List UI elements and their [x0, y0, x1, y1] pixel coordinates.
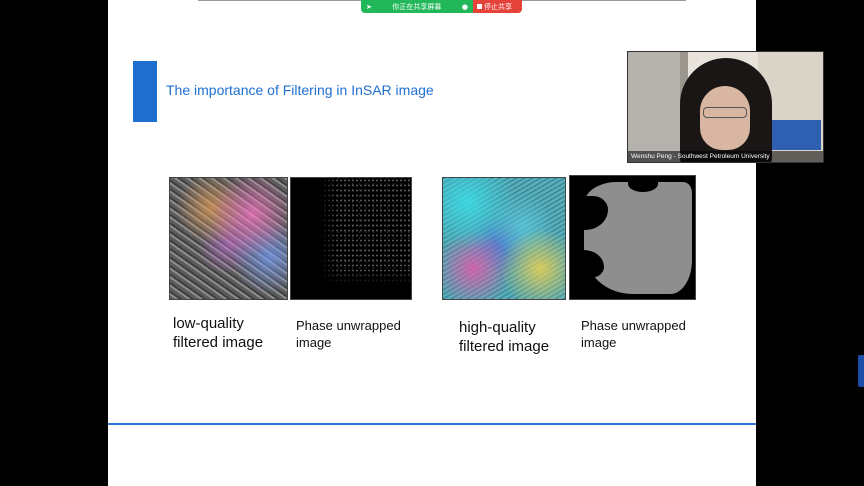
caption-high-quality: high-quality filtered image — [459, 319, 550, 355]
share-arrow-icon: ➤ — [366, 2, 372, 11]
stop-sharing-label: 停止共享 — [484, 2, 512, 11]
stop-sharing-button[interactable]: 停止共享 — [473, 0, 522, 13]
caption-low-quality: low-quality filtered image — [173, 315, 264, 351]
screen-share-bar: ➤ 你正在共享屏幕 ● 停止共享 — [361, 0, 522, 13]
sharing-status[interactable]: ➤ 你正在共享屏幕 ● — [361, 0, 473, 13]
low-quality-filtered-image — [169, 177, 288, 300]
participant-video-thumbnail[interactable]: Wenshu Peng - Southwest Petroleum Univer… — [627, 51, 824, 163]
title-accent-bar — [133, 61, 157, 122]
phase-unwrapped-image-low — [290, 177, 412, 300]
side-panel-handle[interactable] — [858, 355, 864, 387]
slide-footer-rule — [108, 423, 756, 425]
caption-phase-unwrapped-2: Phase unwrapped image — [581, 318, 686, 350]
high-quality-filtered-image — [442, 177, 566, 300]
stop-icon — [477, 4, 482, 9]
phase-unwrapped-image-high — [569, 175, 696, 300]
sharing-status-label: 你正在共享屏幕 — [392, 2, 442, 11]
slide-title: The importance of Filtering in InSAR ima… — [166, 82, 434, 98]
caption-phase-unwrapped-1: Phase unwrapped image — [296, 318, 401, 350]
shield-icon: ● — [461, 2, 468, 11]
participant-name-label: Wenshu Peng - Southwest Petroleum Univer… — [628, 151, 823, 162]
glasses — [703, 107, 747, 118]
